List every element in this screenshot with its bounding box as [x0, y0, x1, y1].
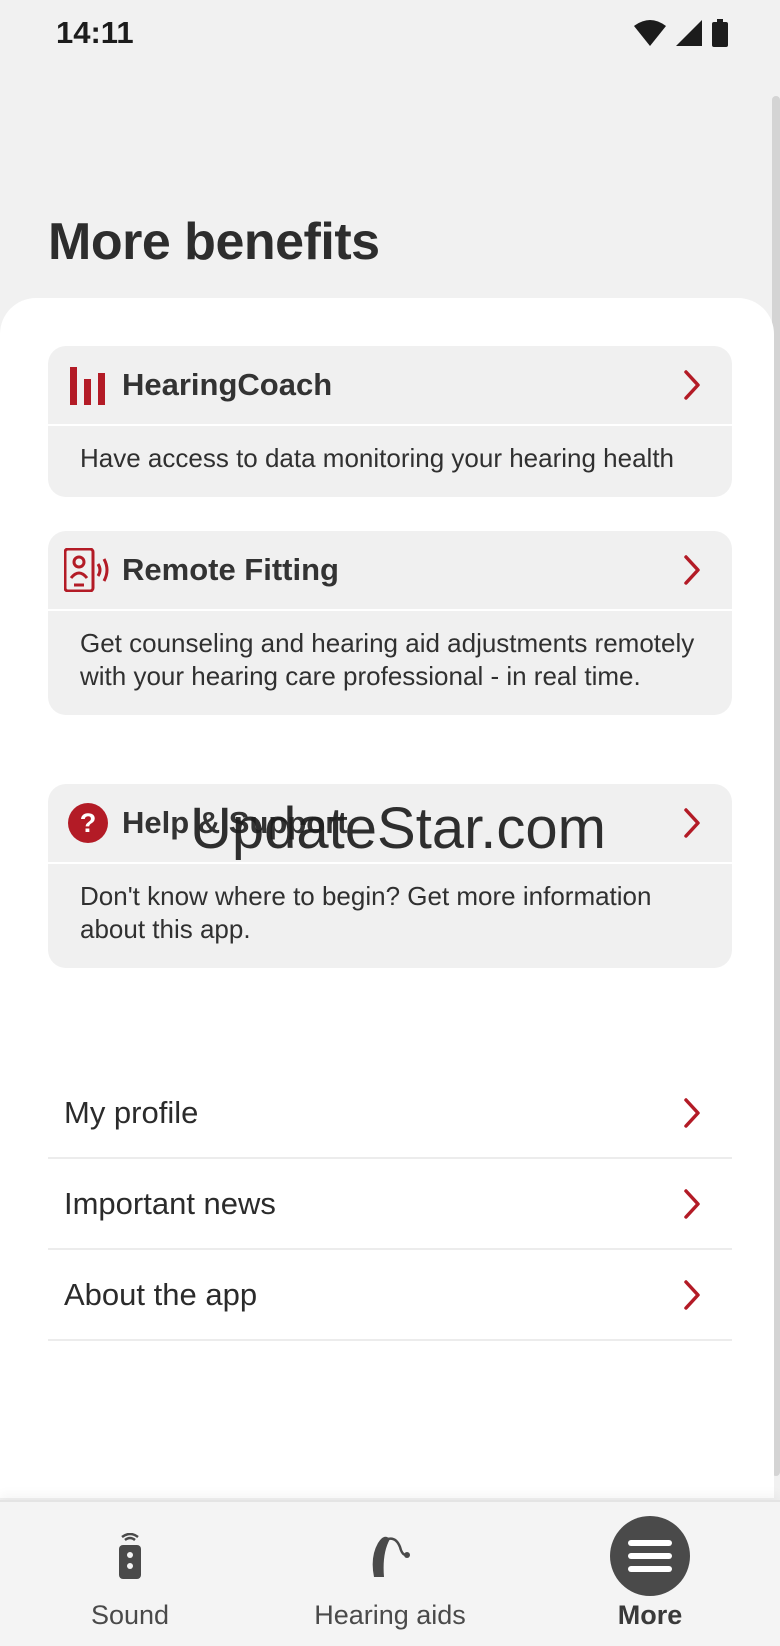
- hearingcoach-card-header[interactable]: HearingCoach: [48, 346, 732, 426]
- status-icons: [634, 19, 728, 47]
- chevron-right-icon: [678, 367, 706, 403]
- nav-tab-label: More: [617, 1600, 683, 1630]
- cellular-signal-icon: [676, 20, 702, 46]
- list-item-label: My profile: [64, 1094, 199, 1130]
- remote-fitting-card-header[interactable]: Remote Fitting: [48, 531, 732, 611]
- list-item-label: About the app: [64, 1276, 258, 1312]
- status-bar: 14:11: [0, 0, 780, 66]
- hearingcoach-description: Have access to data monitoring your hear…: [80, 443, 675, 473]
- status-time: 14:11: [56, 15, 134, 50]
- hearing-aid-icon: [350, 1516, 430, 1596]
- nav-tab-sound[interactable]: Sound: [0, 1502, 260, 1646]
- page-title: More benefits: [48, 213, 380, 271]
- remote-fitting-icon: [64, 546, 112, 594]
- nav-tab-more[interactable]: More: [520, 1502, 780, 1646]
- list-item-about-the-app[interactable]: About the app: [48, 1250, 732, 1341]
- remote-fitting-card[interactable]: Remote Fitting Get counseling and hearin…: [48, 531, 732, 715]
- help-support-card[interactable]: ? Help & Support Don't know where to beg…: [48, 784, 732, 968]
- hearingcoach-title: HearingCoach: [122, 367, 333, 402]
- chevron-right-icon: [678, 1277, 706, 1313]
- remote-fitting-description: Get counseling and hearing aid adjustmen…: [80, 628, 695, 691]
- chevron-right-icon: [678, 552, 706, 588]
- bottom-navigation: Sound Hearing aids More: [0, 1500, 780, 1646]
- list-item-label: Important news: [64, 1185, 276, 1221]
- list-item-important-news[interactable]: Important news: [48, 1159, 732, 1250]
- wifi-icon: [634, 20, 666, 46]
- remote-control-icon: [90, 1516, 170, 1596]
- chevron-right-icon: [678, 1095, 706, 1131]
- more-menu-list: My profile Important news About the app: [48, 1068, 732, 1341]
- nav-tab-label: Hearing aids: [314, 1600, 466, 1630]
- remote-fitting-title: Remote Fitting: [122, 552, 339, 587]
- chevron-right-icon: [678, 805, 706, 841]
- svg-text:?: ?: [80, 808, 97, 838]
- help-support-card-header[interactable]: ? Help & Support: [48, 784, 732, 864]
- list-item-my-profile[interactable]: My profile: [48, 1068, 732, 1159]
- nav-tab-label: Sound: [90, 1600, 170, 1630]
- battery-icon: [712, 19, 728, 47]
- nav-tab-hearing-aids[interactable]: Hearing aids: [260, 1502, 520, 1646]
- menu-icon: [610, 1516, 690, 1596]
- hearingcoach-card[interactable]: HearingCoach Have access to data monitor…: [48, 346, 732, 497]
- help-icon: ?: [64, 799, 112, 847]
- help-support-description: Don't know where to begin? Get more info…: [80, 881, 652, 944]
- chevron-right-icon: [678, 1186, 706, 1222]
- help-support-title: Help & Support: [122, 805, 348, 840]
- bar-chart-icon: [64, 361, 112, 409]
